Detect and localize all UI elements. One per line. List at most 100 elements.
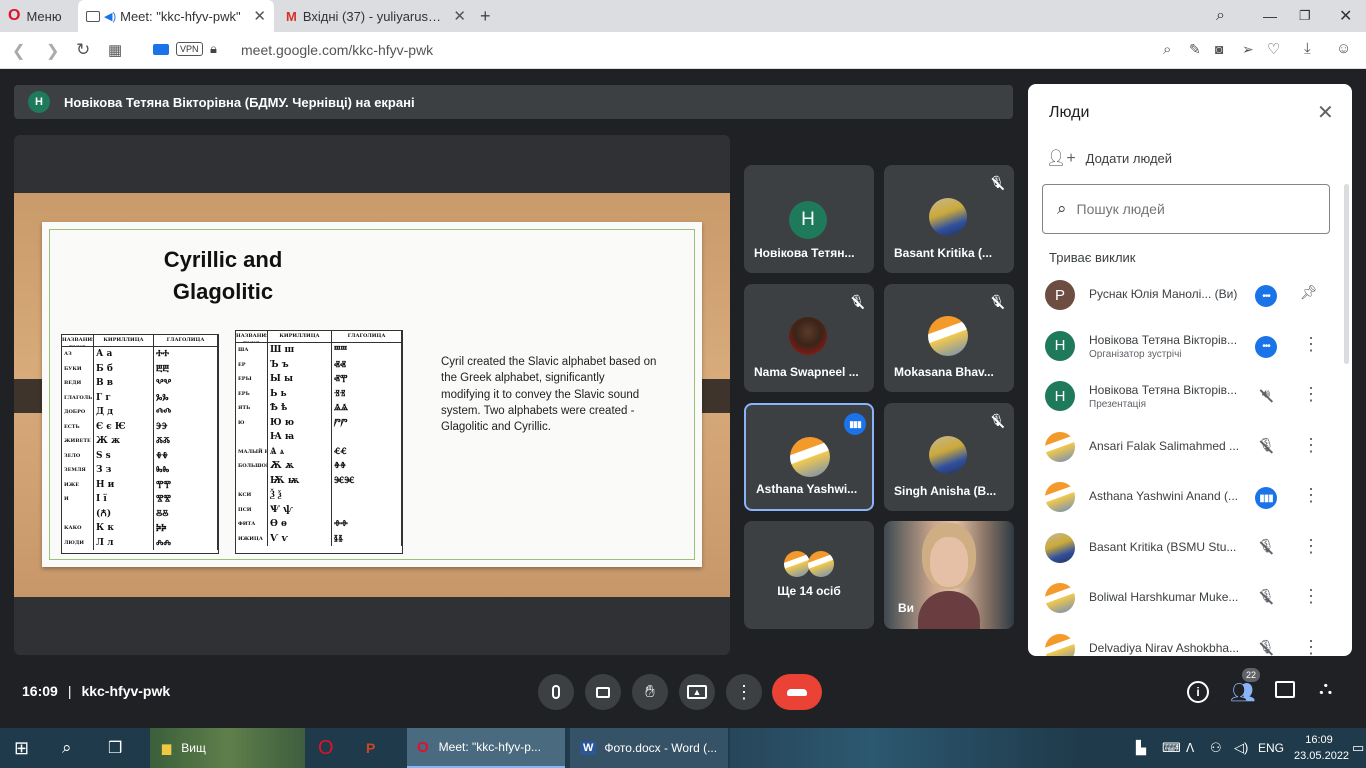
table-header: НАЗВАНИЯ БУКВ bbox=[236, 331, 268, 343]
table-cell: Ѭ ѭ bbox=[268, 473, 332, 488]
more-options-button[interactable]: ⋮ bbox=[726, 674, 762, 710]
search-tabs-icon[interactable]: ⌕ bbox=[1216, 0, 1225, 32]
language-indicator[interactable]: ENG bbox=[1258, 728, 1284, 768]
taskbar-wallpaper bbox=[730, 728, 1080, 768]
close-window-button[interactable]: ✕ bbox=[1339, 0, 1352, 32]
show-hidden-icons[interactable]: ᐱ bbox=[1186, 728, 1194, 768]
camera-button[interactable] bbox=[585, 674, 621, 710]
slide-title: Cyrillic and Glagolitic bbox=[128, 244, 318, 308]
page-search-icon[interactable]: ⌕ bbox=[1163, 41, 1171, 58]
download-icon[interactable]: ⤓ bbox=[1304, 40, 1311, 57]
more-vert-icon[interactable]: ⋮ bbox=[1302, 384, 1320, 405]
tab-gmail[interactable]: M Вхідні (37) - yuliyarusnak@ ✕ bbox=[278, 0, 474, 32]
table-cell: ⰁⰁ bbox=[154, 361, 218, 376]
reload-button[interactable]: ↻ bbox=[76, 40, 90, 60]
participant-tile[interactable]: Basant Kritika (... 🎙︎ bbox=[884, 165, 1014, 273]
activities-icon[interactable]: ⛬ bbox=[1319, 678, 1332, 700]
people-scrollbar[interactable] bbox=[1344, 184, 1349, 364]
mic-button[interactable] bbox=[538, 674, 574, 710]
search-input[interactable] bbox=[1076, 201, 1297, 217]
table-cell: КСИ bbox=[236, 488, 268, 503]
vpn-badge[interactable]: VPN bbox=[176, 42, 203, 56]
heart-icon[interactable]: ♡ bbox=[1267, 40, 1280, 58]
participant-tile[interactable]: Nama Swapneel ... 🎙︎ bbox=[744, 284, 874, 392]
add-people-label: Додати людей bbox=[1085, 150, 1173, 166]
participant-name: Nama Swapneel ... bbox=[754, 365, 859, 379]
raise-hand-button[interactable]: ✋︎ bbox=[632, 674, 668, 710]
tab-meet[interactable]: ◀) Meet: "kkc-hfyv-pwk" ✕ bbox=[78, 0, 274, 32]
speed-dial-icon[interactable]: ▦ bbox=[108, 41, 122, 59]
participant-tile[interactable]: Mokasana Bhav... 🎙︎ bbox=[884, 284, 1014, 392]
people-row[interactable]: Н Новікова Тетяна Вікторів... Організатор … bbox=[1028, 321, 1352, 371]
taskbar-word[interactable]: W Фото.docx - Word (... bbox=[570, 728, 728, 768]
taskbar-meet[interactable]: O Meet: "kkc-hfyv-p... bbox=[407, 728, 565, 768]
new-tab-button[interactable]: + bbox=[480, 0, 491, 32]
slide-title-line2: Glagolitic bbox=[172, 279, 274, 304]
people-row[interactable]: Boliwal Harshkumar Muke... 🎙︎ ⋮ bbox=[1028, 573, 1352, 623]
taskbar-word-label: Фото.docx - Word (... bbox=[604, 741, 718, 755]
table-cell: ⰞⰞ bbox=[332, 343, 402, 358]
pin-icon[interactable]: 📌︎ bbox=[1300, 284, 1318, 301]
notifications-icon[interactable]: ▭ bbox=[1352, 728, 1364, 768]
opera-taskbar-icon[interactable]: O bbox=[318, 728, 334, 768]
people-row[interactable]: Р Руснак Юлія Манолі... (Ви) ••• 📌︎ bbox=[1028, 270, 1352, 320]
participant-tile[interactable]: Ще 14 осіб bbox=[744, 521, 874, 629]
participant-tile[interactable]: Ви bbox=[884, 521, 1014, 629]
people-row[interactable]: Н Новікова Тетяна Вікторів... Презентація 🔊… bbox=[1028, 371, 1352, 421]
search-people-box[interactable]: ⌕ bbox=[1042, 184, 1330, 234]
participant-tile[interactable]: Asthana Yashwi... ▮▮▮ bbox=[744, 403, 874, 511]
more-vert-icon[interactable]: ⋮ bbox=[1302, 586, 1320, 607]
table-cell: Ѱ ѱ bbox=[268, 502, 332, 517]
participant-tile[interactable]: Н Новікова Тетян... bbox=[744, 165, 874, 273]
people-row[interactable]: Ansari Falak Salimahmed ... 🎙︎ ⋮ bbox=[1028, 422, 1352, 472]
opera-menu-button[interactable]: O Меню bbox=[8, 0, 62, 32]
taskbar-explorer-label: Вищ bbox=[181, 741, 206, 755]
send-icon[interactable]: ➢ bbox=[1242, 41, 1254, 58]
more-vert-icon[interactable]: ⋮ bbox=[1302, 536, 1320, 557]
more-vert-icon[interactable]: ⋮ bbox=[1302, 334, 1320, 355]
network-icon[interactable]: ⚇ bbox=[1210, 728, 1222, 768]
more-vert-icon[interactable]: ⋮ bbox=[1302, 435, 1320, 456]
end-call-button[interactable] bbox=[772, 674, 822, 710]
back-button[interactable]: ❮ bbox=[12, 41, 25, 61]
participant-tile[interactable]: Singh Anisha (B... 🎙︎ bbox=[884, 403, 1014, 511]
people-row[interactable]: Basant Kritika (BSMU Stu... 🎙︎ ⋮ bbox=[1028, 523, 1352, 573]
present-button[interactable]: ▲ bbox=[679, 674, 715, 710]
keyboard-icon[interactable]: ⌨ bbox=[1162, 728, 1181, 768]
more-vert-icon[interactable]: ⋮ bbox=[1302, 637, 1320, 657]
more-avatars bbox=[784, 551, 836, 577]
table-cell: ⰪⰪ bbox=[332, 517, 402, 532]
more-vert-icon[interactable]: ⋮ bbox=[1302, 485, 1320, 506]
add-people-button[interactable]: 👤︎+ Додати людей bbox=[1046, 148, 1172, 168]
close-tab-icon[interactable]: ✕ bbox=[253, 7, 266, 25]
chat-icon[interactable] bbox=[1275, 681, 1295, 698]
volume-icon[interactable]: ◁) bbox=[1234, 728, 1248, 768]
minimize-button[interactable]: — bbox=[1263, 0, 1277, 32]
table-cell: ЛЮДИ bbox=[62, 535, 94, 550]
meet-bottom-bar: 16:09 | kkc-hfyv-pwk ✋︎ ▲ ⋮ i 👥︎ 22 ⛬ bbox=[0, 664, 1366, 724]
forward-button[interactable]: ❯ bbox=[46, 41, 59, 61]
table-cell: ИЖИЦА bbox=[236, 531, 268, 546]
close-panel-icon[interactable]: ✕ bbox=[1317, 100, 1334, 125]
camera-in-use-icon[interactable] bbox=[153, 44, 169, 55]
windows-start-icon[interactable]: ⊞ bbox=[14, 728, 29, 768]
taskbar-clock[interactable]: 16:09 23.05.2022 bbox=[1294, 732, 1349, 764]
edit-icon[interactable]: ✎ bbox=[1189, 41, 1201, 58]
tray-app-icon[interactable]: ▙ bbox=[1136, 728, 1146, 768]
snapshot-icon[interactable]: ◙ bbox=[1215, 41, 1223, 57]
powerpoint-taskbar-icon[interactable]: P bbox=[366, 728, 375, 768]
task-view-icon[interactable]: ❒ bbox=[108, 728, 122, 768]
self-name-label: Ви bbox=[898, 601, 915, 615]
user-icon[interactable]: ☺ bbox=[1336, 40, 1351, 57]
taskbar-search-icon[interactable]: ⌕ bbox=[62, 728, 72, 768]
close-tab-icon[interactable]: ✕ bbox=[453, 7, 466, 25]
restore-button[interactable]: ❐ bbox=[1299, 0, 1311, 32]
people-icon[interactable]: 👥︎ bbox=[1230, 680, 1255, 705]
people-row[interactable]: Asthana Yashwini Anand (... ▮▮▮ ⋮ bbox=[1028, 472, 1352, 522]
lock-icon[interactable]: 🔒︎ bbox=[210, 41, 217, 57]
url-field[interactable]: meet.google.com/kkc-hfyv-pwk bbox=[241, 42, 433, 58]
taskbar-explorer[interactable]: ▆ Вищ bbox=[150, 728, 305, 768]
mic-off-slash bbox=[1259, 439, 1274, 453]
people-row[interactable]: Delvadiya Nirav Ashokbha... 🎙︎ ⋮ bbox=[1028, 624, 1352, 657]
meeting-info-icon[interactable]: i bbox=[1187, 681, 1209, 703]
